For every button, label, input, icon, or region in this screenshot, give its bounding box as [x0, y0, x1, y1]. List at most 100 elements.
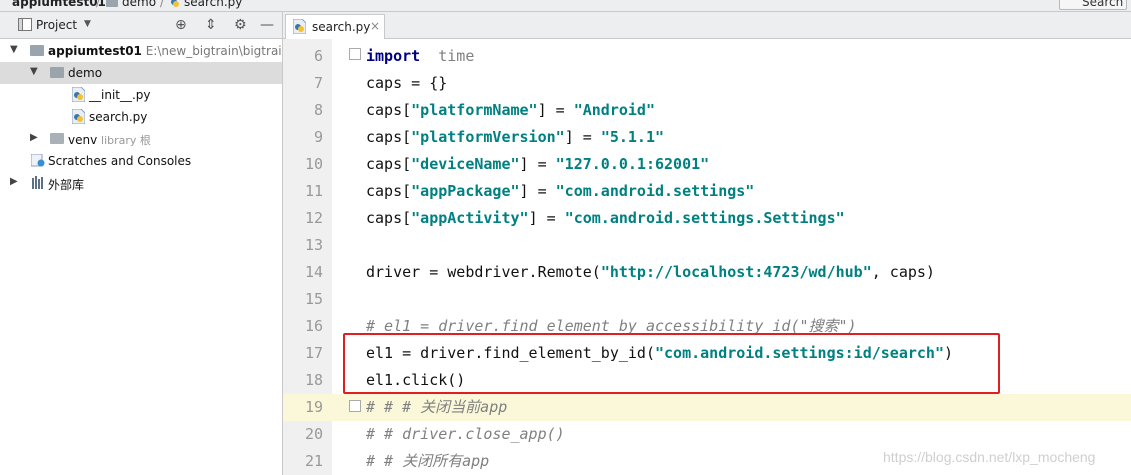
code-token: caps[ [366, 209, 412, 227]
tree-item-label: __init__.py [89, 88, 151, 102]
line-number: 13 [304, 236, 323, 254]
tree-item-label: Scratches and Consoles [48, 154, 192, 168]
breadcrumb-project[interactable]: appiumtest01 [12, 0, 106, 9]
breadcrumb-file[interactable]: search.py [184, 0, 242, 9]
code-token: "platformName" [411, 101, 538, 119]
folder-icon [106, 0, 118, 7]
tree-item-label: search.py [89, 110, 148, 124]
python-file-icon [170, 0, 180, 8]
line-number: 8 [313, 101, 323, 119]
project-panel-header: Project ▼ ⊕ ⇕ ⚙ — [0, 12, 282, 39]
tree-item-scratches[interactable]: Scratches and Consoles [0, 150, 282, 172]
breadcrumb-separator: / [96, 0, 101, 9]
annotation-highlight-box [343, 333, 1000, 394]
line-number: 15 [304, 290, 323, 308]
tree-item-external-libraries[interactable]: ▶ 外部库 [0, 172, 282, 194]
code-line[interactable]: # # 关闭所有app [366, 448, 489, 475]
tree-item-init-py[interactable]: __init__.py [0, 84, 282, 106]
code-token: caps[ [366, 155, 412, 173]
scratches-icon [31, 154, 45, 167]
tab-search-py[interactable]: search.py × [285, 14, 385, 39]
line-number: 11 [304, 182, 323, 200]
tree-item-venv[interactable]: ▶ venv library 根 [0, 128, 282, 150]
breadcrumb-folder[interactable]: demo [122, 0, 156, 9]
minimize-icon[interactable]: — [260, 17, 274, 33]
line-number: 19 [304, 398, 323, 416]
code-token: caps[ [366, 182, 412, 200]
code-line[interactable]: caps["appActivity"] = "com.android.setti… [366, 205, 845, 232]
code-token: ] = [519, 182, 556, 200]
code-line[interactable]: # # # 关闭当前app [366, 394, 507, 421]
collapse-icon[interactable]: ⇕ [205, 17, 217, 33]
line-number: 14 [304, 263, 323, 281]
expand-arrow-icon[interactable]: ▶ [10, 176, 18, 187]
code-token: "appPackage" [411, 182, 520, 200]
tree-item-label: venv [68, 133, 98, 147]
code-token: ] = [537, 101, 574, 119]
code-token: # # driver.close_app() [366, 425, 565, 443]
code-token: , caps) [871, 263, 935, 281]
expand-arrow-icon[interactable]: ▼ [10, 44, 18, 55]
python-file-icon [72, 109, 85, 124]
code-line[interactable]: # # driver.close_app() [366, 421, 565, 448]
fold-marker-icon[interactable] [349, 400, 361, 412]
line-number: 18 [304, 371, 323, 389]
library-icon [32, 176, 43, 189]
tab-label: search.py [312, 20, 371, 34]
code-token: "appActivity" [411, 209, 529, 227]
folder-icon [50, 133, 64, 144]
close-icon[interactable]: × [370, 19, 380, 33]
code-token: "com.android.settings.Settings" [564, 209, 845, 227]
code-token: time [438, 47, 475, 65]
expand-arrow-icon[interactable]: ▶ [30, 132, 38, 143]
tree-item-search-py[interactable]: search.py [0, 106, 282, 128]
code-token: ] = [564, 128, 601, 146]
code-token: ] = [528, 209, 565, 227]
chevron-down-icon[interactable]: ▼ [84, 19, 91, 29]
code-token: "platformVersion" [411, 128, 565, 146]
project-panel-title[interactable]: Project [36, 18, 77, 32]
code-line[interactable]: caps = {} [366, 70, 447, 97]
fold-marker-icon[interactable] [349, 48, 361, 60]
gear-icon[interactable]: ⚙ [234, 17, 247, 33]
line-number: 9 [313, 128, 323, 146]
line-number: 7 [313, 74, 323, 92]
code-token: "deviceName" [411, 155, 520, 173]
code-token: "5.1.1" [600, 128, 665, 146]
locate-icon[interactable]: ⊕ [175, 17, 187, 33]
code-line[interactable]: caps["deviceName"] = "127.0.0.1:62001" [366, 151, 709, 178]
expand-arrow-icon[interactable]: ▼ [30, 66, 38, 77]
tree-item-demo[interactable]: ▼ demo [0, 62, 282, 84]
tree-item-appiumtest01[interactable]: ▼ appiumtest01 E:\new_bigtrain\bigtrain-… [0, 40, 314, 62]
code-line[interactable]: caps["appPackage"] = "com.android.settin… [366, 178, 754, 205]
navigation-bar: appiumtest01 / demo / search.py Search [0, 0, 1131, 12]
code-token: caps[ [366, 101, 412, 119]
code-token: import [366, 47, 421, 65]
code-token: "http://localhost:4723/wd/hub" [600, 263, 872, 281]
code-line[interactable]: import time [366, 43, 474, 70]
code-token: caps = {} [366, 74, 448, 92]
line-number: 20 [304, 425, 323, 443]
tree-item-label: appiumtest01 [48, 44, 142, 58]
code-token: caps[ [366, 128, 412, 146]
line-number: 17 [304, 344, 323, 362]
project-tree: ▼ appiumtest01 E:\new_bigtrain\bigtrain-… [0, 39, 314, 475]
code-token: # # 关闭所有app [366, 452, 490, 470]
editor-tab-bar: search.py × [283, 12, 1131, 39]
code-line[interactable]: caps["platformVersion"] = "5.1.1" [366, 124, 664, 151]
watermark: https://blog.csdn.net/lxp_mocheng [883, 449, 1096, 465]
folder-icon [50, 67, 64, 78]
search-button[interactable]: Search [1059, 0, 1127, 10]
tree-item-label: 外部库 [48, 178, 85, 192]
code-token: "127.0.0.1:62001" [555, 155, 710, 173]
line-number: 10 [304, 155, 323, 173]
code-line[interactable]: caps["platformName"] = "Android" [366, 97, 655, 124]
folder-icon [30, 45, 44, 56]
line-number: 12 [304, 209, 323, 227]
line-number: 16 [304, 317, 323, 335]
breadcrumb-separator: / [160, 0, 165, 9]
code-line[interactable]: driver = webdriver.Remote("http://localh… [366, 259, 935, 286]
python-file-icon [72, 87, 85, 102]
code-token: ] = [519, 155, 556, 173]
line-number: 21 [304, 452, 323, 470]
